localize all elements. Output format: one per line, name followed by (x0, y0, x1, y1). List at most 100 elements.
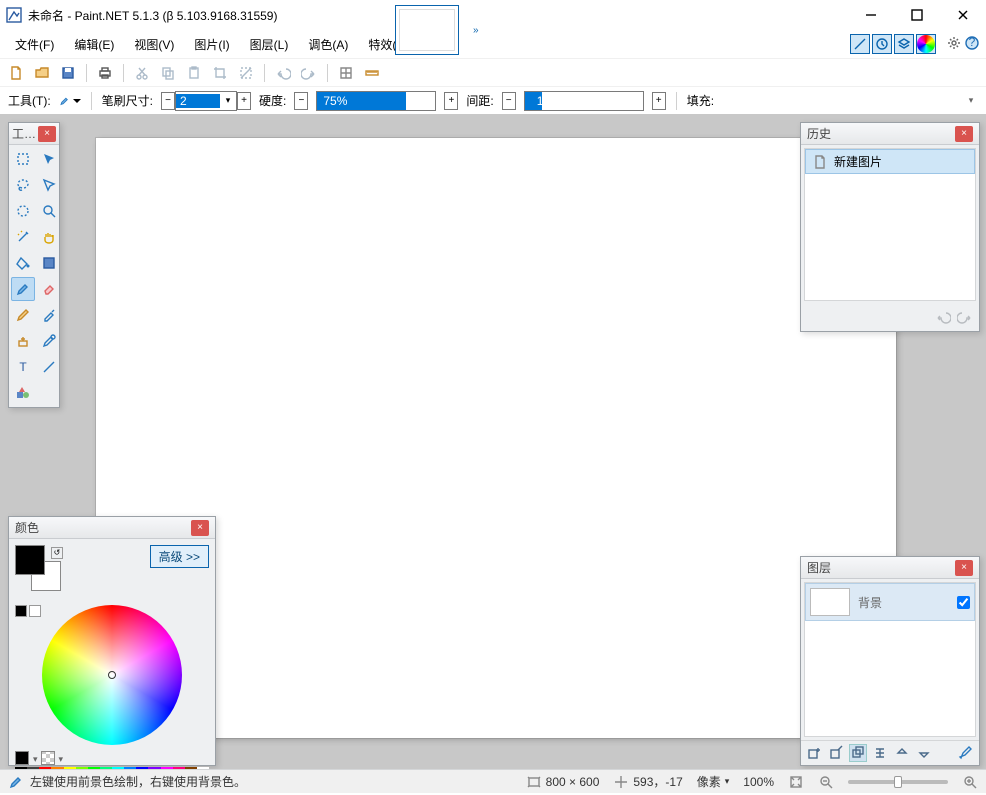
minimize-button[interactable] (848, 0, 894, 30)
panel-toggle-layers-icon[interactable] (894, 34, 914, 54)
history-panel-close-icon[interactable]: × (955, 126, 973, 142)
close-button[interactable] (940, 0, 986, 30)
maximize-button[interactable] (894, 0, 940, 30)
history-redo-icon[interactable] (957, 308, 973, 327)
tool-brush[interactable] (11, 277, 35, 301)
tool-pan[interactable] (37, 225, 61, 249)
hardness-decrement[interactable]: − (294, 92, 308, 110)
colors-panel: 颜色 × ↺ 高级 >> (8, 516, 216, 766)
tool-eyedropper[interactable] (37, 303, 61, 327)
brush-size-field[interactable]: ▾ (175, 91, 237, 111)
help-icon[interactable]: ? (964, 35, 980, 54)
chevron-down-icon[interactable]: ▾ (220, 95, 236, 106)
menu-view[interactable]: 视图(V) (125, 31, 183, 58)
tool-shapes[interactable] (11, 381, 35, 405)
tool-move-selection[interactable] (37, 147, 61, 171)
layer-up-icon[interactable] (893, 744, 911, 762)
advanced-button[interactable]: 高级 >> (150, 545, 209, 568)
undo-icon[interactable] (273, 63, 293, 83)
settings-icon[interactable] (946, 35, 962, 54)
tool-gradient[interactable] (37, 251, 61, 275)
document-strip-toggle-icon[interactable]: » (473, 25, 479, 36)
menu-file[interactable]: 文件(F) (6, 31, 63, 58)
print-icon[interactable] (95, 63, 115, 83)
fit-window-icon[interactable] (788, 774, 804, 790)
layer-properties-icon[interactable] (957, 744, 975, 762)
panel-toggle-tools-icon[interactable] (850, 34, 870, 54)
palette-current-dd-icon[interactable] (32, 751, 38, 765)
palette-alpha-swatch[interactable] (41, 751, 55, 765)
tool-magic-wand[interactable] (11, 225, 35, 249)
open-file-icon[interactable] (32, 63, 52, 83)
layer-add-icon[interactable] (805, 744, 823, 762)
spacing-decrement[interactable]: − (502, 92, 516, 110)
palette-current-swatch[interactable] (15, 751, 29, 765)
current-tool-brush-icon[interactable] (59, 92, 81, 110)
brush-size-decrement[interactable]: − (161, 92, 175, 110)
layer-delete-icon[interactable] (827, 744, 845, 762)
status-cursor-pos: 593，-17 (613, 773, 682, 790)
hardness-increment[interactable]: + (444, 92, 458, 110)
tool-line[interactable] (37, 355, 61, 379)
menu-adjust[interactable]: 调色(A) (299, 31, 357, 58)
zoom-out-icon[interactable] (818, 774, 834, 790)
tool-text[interactable]: T (11, 355, 35, 379)
tool-recolor[interactable] (37, 329, 61, 353)
history-undo-icon[interactable] (935, 308, 951, 327)
mini-white-swatch[interactable] (29, 605, 41, 617)
tool-lasso[interactable] (11, 173, 35, 197)
zoom-in-icon[interactable] (962, 774, 978, 790)
tool-clone[interactable] (11, 329, 35, 353)
zoom-slider[interactable] (848, 780, 948, 784)
cut-icon[interactable] (132, 63, 152, 83)
redo-icon[interactable] (299, 63, 319, 83)
hardness-slider[interactable]: 75% (316, 91, 436, 111)
tool-bucket[interactable] (11, 251, 35, 275)
copy-icon[interactable] (158, 63, 178, 83)
tool-pencil[interactable] (11, 303, 35, 327)
crop-icon[interactable] (210, 63, 230, 83)
color-wheel-handle[interactable] (108, 671, 116, 679)
ruler-icon[interactable] (362, 63, 382, 83)
layer-merge-icon[interactable] (871, 744, 889, 762)
menu-image[interactable]: 图片(I) (185, 31, 238, 58)
tool-move-pixels[interactable] (37, 173, 61, 197)
tool-rect-select[interactable] (11, 147, 35, 171)
layers-panel-close-icon[interactable]: × (955, 560, 973, 576)
tools-panel-close-icon[interactable]: × (38, 126, 56, 142)
tool-zoom[interactable] (37, 199, 61, 223)
new-file-icon[interactable] (6, 63, 26, 83)
deselect-icon[interactable] (236, 63, 256, 83)
layer-duplicate-icon[interactable] (849, 744, 867, 762)
swap-colors-icon[interactable]: ↺ (51, 547, 63, 559)
mini-black-swatch[interactable] (15, 605, 27, 617)
layer-row[interactable]: 背景 (805, 583, 975, 621)
menu-edit[interactable]: 编辑(E) (65, 31, 123, 58)
canvas[interactable] (96, 138, 896, 738)
fill-dropdown-icon[interactable]: ▾ (964, 94, 978, 108)
color-swatches[interactable]: ↺ (15, 545, 65, 595)
panel-toggle-colors-icon[interactable] (916, 34, 936, 54)
spacing-increment[interactable]: + (652, 92, 666, 110)
layer-down-icon[interactable] (915, 744, 933, 762)
tool-ellipse-select[interactable] (11, 199, 35, 223)
paste-icon[interactable] (184, 63, 204, 83)
color-wheel[interactable] (42, 605, 182, 745)
tool-eraser[interactable] (37, 277, 61, 301)
grid-icon[interactable] (336, 63, 356, 83)
brush-size-increment[interactable]: + (237, 92, 251, 110)
palette-alpha-dd-icon[interactable] (58, 751, 64, 765)
document-thumbnail[interactable] (395, 5, 459, 55)
brush-size-input[interactable] (176, 94, 220, 108)
foreground-color-swatch[interactable] (15, 545, 45, 575)
zoom-slider-handle[interactable] (894, 776, 902, 788)
layer-visible-checkbox[interactable] (957, 596, 970, 609)
save-file-icon[interactable] (58, 63, 78, 83)
svg-text:T: T (19, 360, 27, 374)
colors-panel-close-icon[interactable]: × (191, 520, 209, 536)
history-item[interactable]: 新建图片 (805, 149, 975, 174)
panel-toggle-history-icon[interactable] (872, 34, 892, 54)
status-unit-selector[interactable]: 像素 ▾ (697, 773, 730, 790)
menu-layer[interactable]: 图层(L) (241, 31, 298, 58)
spacing-slider[interactable]: 15% (524, 91, 644, 111)
